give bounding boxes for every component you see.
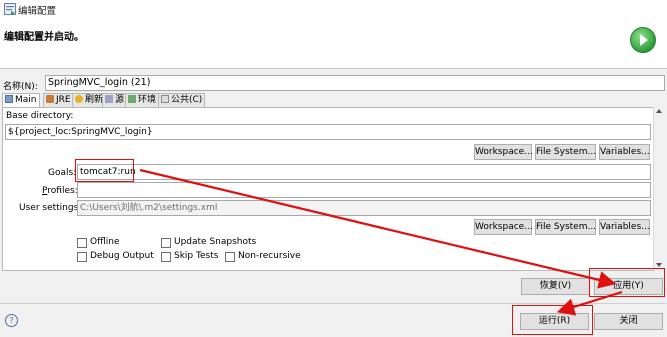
annotation-arrow-to-run: [556, 290, 623, 316]
annotation-arrows: [139, 168, 623, 316]
annotation-arrow-to-apply: [139, 168, 617, 289]
